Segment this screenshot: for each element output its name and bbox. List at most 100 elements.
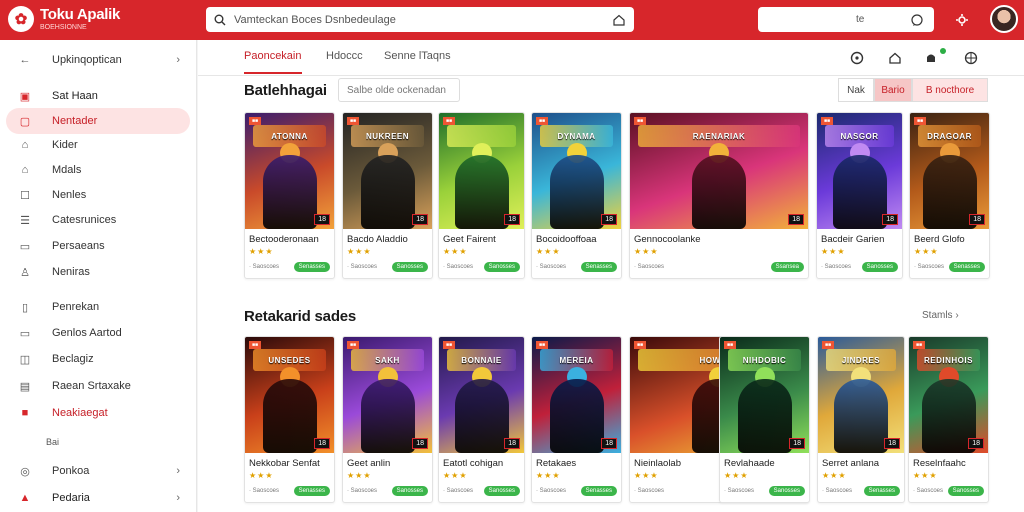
game-card[interactable]: ■■ UNSEDES 18 Nekkobar Senfat ★★★ · Saos… [244,336,335,503]
home-outline-icon[interactable] [886,49,904,67]
chat-bubble-icon[interactable] [910,13,924,27]
download-count: · Saoscoes [822,488,853,494]
game-cover-art[interactable]: ■■ DRAGOAR 18 [910,113,989,229]
get-button[interactable]: Sanosses [947,486,984,496]
sidebar-item-label: Pedaria [52,492,90,504]
game-card[interactable]: ■■ REDINHOIS 18 Reselnfaahc ★★★ · Saosco… [908,336,989,503]
sidebar-item-raean[interactable]: ▤ Raean Srtaxake [6,373,190,399]
get-button[interactable]: Senasses [580,486,617,496]
game-card[interactable]: ■■ SAKH 18 Geet anlin ★★★ · Saoscoes San… [342,336,433,503]
game-cover-art[interactable]: ■■ JINDRES 18 [818,337,904,453]
get-button[interactable]: Senasses [293,262,330,272]
download-count: · Saoscoes [914,264,945,270]
game-cover-art[interactable]: ■■ NIHDOBIC 18 [720,337,809,453]
app-title: Toku Apalik [40,6,121,23]
get-button[interactable]: Senasses [580,262,617,272]
home-icon[interactable] [612,13,626,27]
sidebar-item-label: Persaeans [52,240,105,252]
sidebar-item-catesrunices[interactable]: ☰ Catesrunices [6,207,190,233]
game-cover-art[interactable]: ■■ UNSEDES 18 [245,337,334,453]
game-card[interactable]: ■■ ATONNA 18 Bectooderonaan ★★★ · Saosco… [244,112,335,279]
game-cover-art[interactable]: ■■ RAENARIAK 18 [630,113,808,229]
segment-bario[interactable]: Bario [874,78,912,102]
tab-hdoccc[interactable]: Hdoccc [326,50,363,62]
sidebar-item-pedaria[interactable]: ▲ Pedaria › [6,485,190,511]
secondary-search[interactable]: te [758,7,934,32]
game-cover-art[interactable]: ■■ SAKH 18 [343,337,432,453]
notification-icon[interactable] [922,49,940,67]
get-button[interactable]: Sanosses [483,486,520,496]
get-button[interactable]: Sanosses [861,262,898,272]
get-button[interactable]: Sanosses [768,486,805,496]
game-card[interactable]: ■■ 18 Geet Fairent ★★★ · Saoscoes Sanoss… [438,112,525,279]
segment-nocthore[interactable]: B nocthore [912,78,988,102]
game-cover-art[interactable]: ■■ MEREIA 18 [532,337,621,453]
sidebar-item-kider[interactable]: ⌂ Kider [6,132,190,158]
tab-paoncekain[interactable]: Paoncekain [244,50,302,74]
document-icon: ▯ [21,301,29,314]
sidebar-item-neniras[interactable]: ♙ Neniras [6,259,190,285]
sidebar-item-home[interactable]: ▣ Sat Haan [6,83,190,109]
game-card[interactable]: ■■ MEREIA 18 Retakaes ★★★ · Saoscoes Sen… [531,336,622,503]
get-button[interactable]: Sanosses [391,486,428,496]
game-cover-art[interactable]: ■■ BONNAIE 18 [439,337,524,453]
settings-icon[interactable] [952,10,972,30]
game-title[interactable]: Serret anlana [818,453,904,469]
game-cover-art[interactable]: ■■ NASGOR 18 [817,113,902,229]
sidebar-item-nentader[interactable]: ▢ Nentader [6,108,190,134]
game-title[interactable]: Revlahaade [720,453,809,469]
game-title[interactable]: Beerd Glofo [910,229,989,245]
game-title[interactable]: Bacdeir Garien [817,229,902,245]
filter-input[interactable]: Salbe olde ockenadan [338,78,460,102]
search-input[interactable]: Vamteckan Boces Dsnbedeulage [206,7,634,32]
game-card[interactable]: ■■ BONNAIE 18 Eatotl cohigan ★★★ · Saosc… [438,336,525,503]
chevron-right-icon: › [176,492,180,504]
sidebar-item-beclagiz[interactable]: ◫ Beclagiz [6,346,190,372]
sidebar-item-penrekan[interactable]: ▯ Penrekan [6,294,190,320]
game-title[interactable]: Geet Fairent [439,229,524,245]
game-card[interactable]: ■■ NASGOR 18 Bacdeir Garien ★★★ · Saosco… [816,112,903,279]
game-title[interactable]: Bacdo Aladdio [343,229,432,245]
sidebar-item-label: Beclagiz [52,353,94,365]
game-cover-art[interactable]: ■■ REDINHOIS 18 [909,337,988,453]
avatar[interactable] [990,5,1018,33]
game-card[interactable]: ■■ RAENARIAK 18 Gennocoolanke ★★★ · Saos… [629,112,809,279]
segment-nak[interactable]: Nak [838,78,874,102]
get-button[interactable]: Senasses [948,262,985,272]
game-card[interactable]: ■■ NIHDOBIC 18 Revlahaade ★★★ · Saoscoes… [719,336,810,503]
game-title[interactable]: Bocoidooffoaa [532,229,621,245]
game-title[interactable]: Geet anlin [343,453,432,469]
game-title[interactable]: Nekkobar Senfat [245,453,334,469]
sidebar-item-back[interactable]: ← Upkinqoptican › [6,47,190,73]
globe-icon[interactable] [962,49,980,67]
get-button[interactable]: Senasses [293,486,330,496]
game-title[interactable]: Reselnfaahc [909,453,988,469]
game-title[interactable]: Retakaes [532,453,621,469]
sidebar-item-neakiaegat[interactable]: ■ Neakiaegat [6,400,190,426]
game-cover-art[interactable]: ■■ 18 [439,113,524,229]
tab-senne[interactable]: Senne lTaqns [384,50,451,62]
get-button[interactable]: Senasses [863,486,900,496]
game-title[interactable]: Bectooderonaan [245,229,334,245]
game-card[interactable]: ■■ JINDRES 18 Serret anlana ★★★ · Saosco… [817,336,905,503]
sidebar-item-persaeans[interactable]: ▭ Persaeans [6,233,190,259]
sidebar-item-mdals[interactable]: ⌂ Mdals [6,157,190,183]
game-cover-art[interactable]: ■■ DYNAMA 18 [532,113,621,229]
get-button[interactable]: Sanosses [483,262,520,272]
game-card[interactable]: ■■ DYNAMA 18 Bocoidooffoaa ★★★ · Saoscoe… [531,112,622,279]
see-more-link[interactable]: Stamls › [922,310,959,321]
game-title[interactable]: Gennocoolanke [630,229,808,245]
get-button[interactable]: Sanosses [391,262,428,272]
game-title[interactable]: Eatotl cohigan [439,453,524,469]
sidebar-item-nenles[interactable]: ☐ Nenles [6,182,190,208]
sidebar-item-genlos[interactable]: ▭ Genlos Aartod [6,320,190,346]
game-card[interactable]: ■■ DRAGOAR 18 Beerd Glofo ★★★ · Saoscoes… [909,112,990,279]
game-cover-art[interactable]: ■■ NUKREEN 18 [343,113,432,229]
sidebar-item-ponkoa[interactable]: ◎ Ponkoa › [6,458,190,484]
app-logo[interactable]: ✿ Toku Apalik BOEHSIONNE [8,6,120,32]
game-cover-art[interactable]: ■■ ATONNA 18 [245,113,334,229]
sidebar-item-label: Raean Srtaxake [52,380,131,392]
get-button[interactable]: Ssansea [770,262,804,272]
clock-icon[interactable] [848,49,866,67]
game-card[interactable]: ■■ NUKREEN 18 Bacdo Aladdio ★★★ · Saosco… [342,112,433,279]
